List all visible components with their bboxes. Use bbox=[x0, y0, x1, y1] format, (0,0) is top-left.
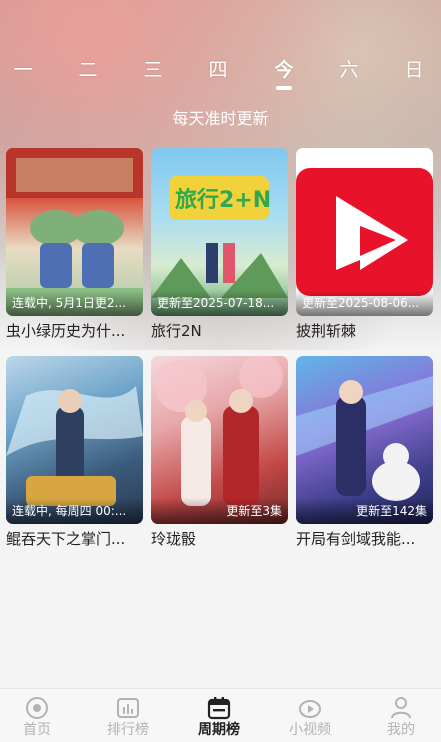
profile-icon bbox=[391, 697, 411, 719]
update-subtitle: 每天准时更新 bbox=[172, 109, 269, 128]
nav-label: 周期榜 bbox=[198, 722, 240, 738]
episode-status: 更新至2025-07-18... bbox=[151, 290, 288, 316]
anime-title[interactable]: 虫小绿历史为什... bbox=[6, 320, 143, 342]
nav-ranking[interactable]: 排行榜 bbox=[93, 695, 163, 739]
anime-poster[interactable]: 更新至142集 bbox=[296, 356, 433, 524]
anime-poster[interactable]: 更新至2025-08-06... bbox=[296, 148, 433, 316]
anime-title[interactable]: 旅行2N bbox=[151, 320, 288, 342]
tab-day-today[interactable]: 今 bbox=[264, 56, 304, 90]
calendar-icon bbox=[207, 697, 231, 720]
tab-day-sun[interactable]: 日 bbox=[394, 56, 434, 90]
nav-home[interactable]: 首页 bbox=[2, 695, 72, 739]
tab-day-thu[interactable]: 四 bbox=[198, 56, 238, 90]
home-icon bbox=[26, 697, 48, 719]
nav-short-video[interactable]: 小视频 bbox=[275, 695, 345, 739]
ranking-icon bbox=[117, 698, 139, 718]
anime-card[interactable]: 更新至142集 开局有剑域我能... bbox=[296, 356, 433, 550]
nav-label: 排行榜 bbox=[107, 722, 149, 738]
active-tab-indicator bbox=[276, 86, 292, 90]
anime-poster[interactable]: 更新至3集 bbox=[151, 356, 288, 524]
anime-poster[interactable]: 连载中, 每周四 00:... bbox=[6, 356, 143, 524]
nav-label: 首页 bbox=[23, 722, 51, 738]
nav-profile[interactable]: 我的 bbox=[366, 695, 436, 739]
anime-title[interactable]: 开局有剑域我能... bbox=[296, 528, 433, 550]
tab-day-mon[interactable]: 一 bbox=[3, 56, 43, 90]
bottom-navigation: 首页 排行榜 周期榜 小视频 我的 bbox=[0, 688, 441, 742]
anime-card[interactable]: 旅行2+N 更新至2025-07-18... 旅行2N bbox=[151, 148, 288, 342]
anime-title[interactable]: 披荆斩棘 bbox=[296, 320, 433, 342]
anime-title[interactable]: 玲珑骰 bbox=[151, 528, 288, 550]
short-video-icon bbox=[299, 700, 321, 718]
weekday-tabs: 一 二 三 四 今 六 日 bbox=[0, 56, 441, 96]
tab-day-wed[interactable]: 三 bbox=[133, 56, 173, 90]
episode-status: 连载中, 5月1日更2... bbox=[6, 290, 143, 316]
anime-poster[interactable]: 连载中, 5月1日更2... bbox=[6, 148, 143, 316]
anime-card[interactable]: 更新至3集 玲珑骰 bbox=[151, 356, 288, 550]
nav-period-ranking[interactable]: 周期榜 bbox=[184, 695, 254, 739]
episode-status: 更新至142集 bbox=[296, 498, 433, 524]
nav-label: 我的 bbox=[387, 722, 415, 738]
episode-status: 更新至3集 bbox=[151, 498, 288, 524]
anime-poster[interactable]: 旅行2+N 更新至2025-07-18... bbox=[151, 148, 288, 316]
anime-card[interactable]: 连载中, 每周四 00:... 鲲吞天下之掌门... bbox=[6, 356, 143, 550]
poster-title-text: 旅行2+N bbox=[175, 188, 272, 213]
anime-title[interactable]: 鲲吞天下之掌门... bbox=[6, 528, 143, 550]
episode-status: 连载中, 每周四 00:... bbox=[6, 498, 143, 524]
anime-card[interactable]: 连载中, 5月1日更2... 虫小绿历史为什... bbox=[6, 148, 143, 342]
nav-label: 小视频 bbox=[289, 722, 331, 738]
tab-day-sat[interactable]: 六 bbox=[329, 56, 369, 90]
episode-status: 更新至2025-08-06... bbox=[296, 290, 433, 316]
anime-card[interactable]: 更新至2025-08-06... 披荆斩棘 bbox=[296, 148, 433, 342]
tab-day-tue[interactable]: 二 bbox=[68, 56, 108, 90]
